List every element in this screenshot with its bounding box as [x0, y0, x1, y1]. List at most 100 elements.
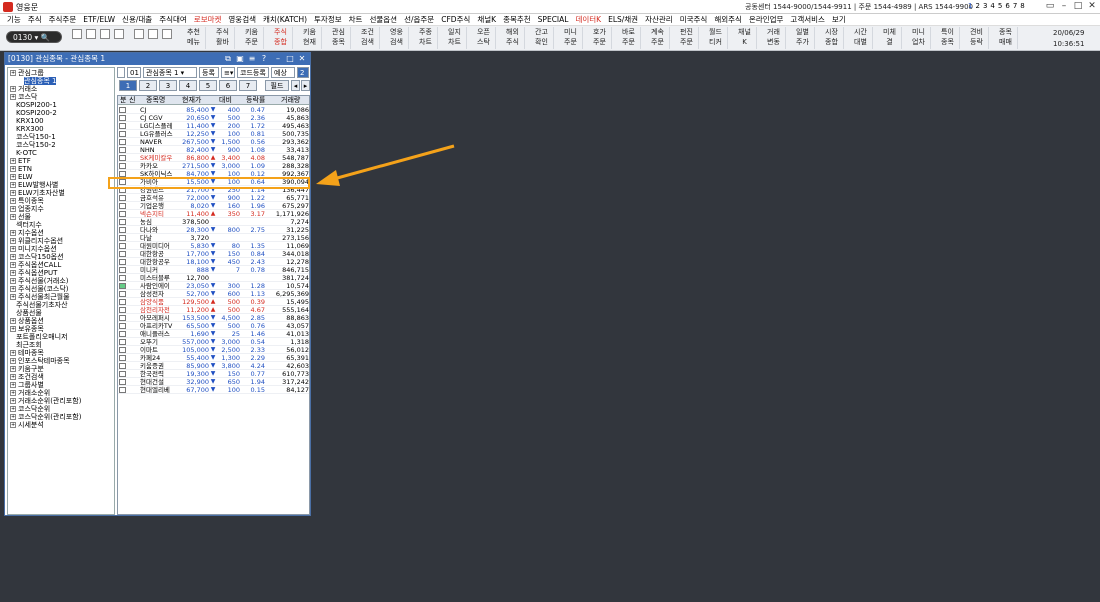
table-row[interactable]: CJ CGV 20,650 ▼ 500 2.36 45,863	[118, 114, 309, 122]
next-arrow-icon[interactable]: ▸	[301, 80, 310, 91]
link-icon[interactable]: ⧉	[223, 53, 233, 65]
toolbar-button[interactable]: 월드 티커	[704, 27, 728, 49]
page-tab[interactable]: 5	[199, 80, 217, 91]
menu-item[interactable]: ETF/ELW	[83, 14, 115, 26]
page-number[interactable]: 2	[975, 2, 979, 10]
expand-icon[interactable]: +	[10, 294, 16, 300]
field-button[interactable]: 필드	[265, 80, 289, 91]
expand-icon[interactable]: +	[10, 246, 16, 252]
gear-icon[interactable]	[162, 29, 172, 39]
page-number[interactable]: 6	[1005, 2, 1009, 10]
expand-icon[interactable]: +	[10, 382, 16, 388]
toolbar-button[interactable]: 추천 메뉴	[182, 27, 206, 49]
expand-icon[interactable]: +	[10, 94, 16, 100]
tree-item[interactable]: 최근조회	[16, 341, 42, 349]
tree-item[interactable]: + 키움구분	[10, 365, 44, 373]
tree-item[interactable]: + 주식선물최근월물	[10, 293, 70, 301]
toolbar-button[interactable]: 해외 주식	[501, 27, 525, 49]
table-row[interactable]: 삼성전자 52,700 ▼ 600 1.13 6,295,369	[118, 290, 309, 298]
table-row[interactable]: 오뚜기 557,000 ▼ 3,000 0.54 1,318	[118, 338, 309, 346]
expand-icon[interactable]: +	[10, 262, 16, 268]
table-row[interactable]: 삼양식품 129,500 ▲ 500 0.39 15,495	[118, 298, 309, 306]
expand-icon[interactable]: +	[10, 70, 16, 76]
expand-icon[interactable]: +	[10, 198, 16, 204]
toolbar-button[interactable]: 일별 주가	[791, 27, 815, 49]
tree-item[interactable]: + 코스닥150옵션	[10, 253, 64, 261]
tree-item[interactable]: + 선물	[10, 213, 31, 221]
menu-item[interactable]: 고객서비스	[790, 14, 825, 26]
menu-item[interactable]: 자산관리	[645, 14, 673, 26]
toolbar-button[interactable]: 미니 업차	[907, 27, 931, 49]
tree-item[interactable]: + 인포스탁테마종목	[10, 357, 70, 365]
expand-icon[interactable]: +	[10, 350, 16, 356]
menu-item[interactable]: 미국주식	[680, 14, 708, 26]
expand-icon[interactable]: +	[10, 206, 16, 212]
expand-icon[interactable]: +	[10, 366, 16, 372]
page-tab[interactable]: 2	[139, 80, 157, 91]
minimize-icon[interactable]: –	[1058, 1, 1070, 12]
page-2-button[interactable]: 2	[297, 67, 309, 78]
tree-item[interactable]: + 테마종목	[10, 349, 44, 357]
lock-icon[interactable]	[72, 29, 82, 39]
tree-item[interactable]: + ELW발행사별	[10, 181, 58, 189]
table-row[interactable]: 대한항공우 18,100 ▼ 450 2.43 12,278	[118, 258, 309, 266]
menu-item[interactable]: CFD주식	[441, 14, 470, 26]
table-row[interactable]: 아모레퍼시 153,500 ▼ 4,500 2.85 88,863	[118, 314, 309, 322]
lock-icon[interactable]	[100, 29, 110, 39]
toolbar-button[interactable]: 계속 주문	[646, 27, 670, 49]
menu-item[interactable]: 보기	[832, 14, 846, 26]
col-header[interactable]: 대비	[219, 96, 232, 105]
toolbar-button[interactable]: 일지 차트	[443, 27, 467, 49]
menu-item[interactable]: SPECIAL	[538, 14, 569, 26]
tree-item[interactable]: + 업종지수	[10, 205, 44, 213]
table-row[interactable]: 미니커 888 ▼ 7 0.78 846,715	[118, 266, 309, 274]
table-row[interactable]: 이마트 105,000 ▼ 2,500 2.33 56,012	[118, 346, 309, 354]
expand-icon[interactable]: +	[10, 374, 16, 380]
tree-item[interactable]: 코스닥150-1	[16, 133, 56, 141]
table-row[interactable]: 대원미디어 5,830 ▼ 80 1.35 11,069	[118, 242, 309, 250]
expand-icon[interactable]: +	[10, 318, 16, 324]
toolbar-button[interactable]: 키움 주문	[240, 27, 264, 49]
tree-item[interactable]: + 위클리지수옵션	[10, 237, 63, 245]
toolbar-button[interactable]: 오픈 스탁	[472, 27, 496, 49]
toolbar-button[interactable]: 영웅 검색	[385, 27, 409, 49]
expand-icon[interactable]: +	[10, 390, 16, 396]
page-tab[interactable]: 6	[219, 80, 237, 91]
toolbar-button[interactable]: 간고 확인	[530, 27, 554, 49]
monitor-icon[interactable]: ▭	[1044, 1, 1056, 12]
table-row[interactable]: LG유플러스 12,250 ▼ 100 0.81 500,735	[118, 130, 309, 138]
expand-icon[interactable]: +	[10, 166, 16, 172]
toolbar-button[interactable]: 주식 종합	[269, 27, 293, 49]
table-row[interactable]: 넥슨지티 11,400 ▲ 350 3.17 1,171,926	[118, 210, 309, 218]
table-row[interactable]: 다나와 28,300 ▼ 800 2.75 31,225	[118, 226, 309, 234]
toolbar-button[interactable]: 특이 종목	[936, 27, 960, 49]
table-row[interactable]: 아프리카TV 65,500 ▼ 500 0.76 43,057	[118, 322, 309, 330]
menu-item[interactable]: 로보마켓	[194, 14, 222, 26]
expand-icon[interactable]: +	[10, 358, 16, 364]
toolbar-button[interactable]: 관심 종목	[327, 27, 351, 49]
page-number[interactable]: 7	[1013, 2, 1017, 10]
options-button[interactable]: ≡▾	[221, 67, 235, 78]
tree-item[interactable]: KOSPI200-2	[16, 109, 57, 117]
tile-icon[interactable]: ≡	[247, 53, 257, 65]
maximize-icon[interactable]: □	[1072, 1, 1084, 12]
menu-item[interactable]: 데이터K	[575, 14, 601, 26]
tree-item[interactable]: + 관심그룹	[10, 69, 44, 77]
tree-item[interactable]: KOSPI200-1	[16, 101, 57, 109]
tree-item[interactable]: + ELW	[10, 173, 33, 181]
tree-item[interactable]: 관심종목 1	[24, 77, 57, 85]
page-tab[interactable]: 1	[119, 80, 137, 91]
screen-code-input[interactable]: 0130 ▾ 🔍	[6, 31, 62, 43]
table-row[interactable]: 미스터블루 12,700 381,724	[118, 274, 309, 282]
close-icon[interactable]: ✕	[297, 53, 307, 65]
col-header[interactable]: 거래량	[281, 96, 300, 105]
tree-item[interactable]: + 시세분석	[10, 421, 44, 429]
tree-item[interactable]: + 거래소순위(관리포함)	[10, 397, 81, 405]
tree-item[interactable]: + 코스닥	[10, 93, 37, 101]
tree-item[interactable]: + 지수옵션	[10, 229, 44, 237]
minimize-icon[interactable]: –	[273, 53, 283, 65]
expand-icon[interactable]: +	[10, 182, 16, 188]
toolbar-button[interactable]: 시장 종합	[820, 27, 844, 49]
expand-icon[interactable]: +	[10, 254, 16, 260]
pencil-icon[interactable]	[86, 29, 96, 39]
